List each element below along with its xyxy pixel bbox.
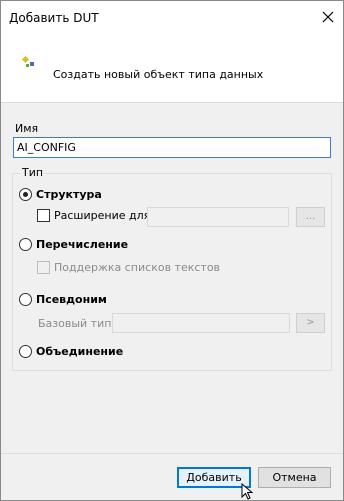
- radio-union-label: Объединение: [36, 345, 124, 358]
- text-list-support-label: Поддержка списков текстов: [54, 261, 221, 274]
- add-dut-dialog: Добавить DUT Создать новый объект типа д…: [0, 0, 344, 501]
- extension-checkbox[interactable]: [37, 209, 50, 222]
- title-bar: Добавить DUT: [1, 1, 343, 33]
- extension-browse-button[interactable]: ...: [296, 207, 325, 227]
- name-label: Имя: [15, 122, 39, 135]
- radio-alias[interactable]: [19, 293, 32, 306]
- cancel-button[interactable]: Отмена: [258, 467, 331, 488]
- radio-union[interactable]: [19, 345, 32, 358]
- radio-selected-dot: [23, 192, 28, 197]
- dialog-header: Создать новый объект типа данных: [1, 33, 343, 103]
- footer-divider: [1, 453, 343, 454]
- dut-type-icon: [21, 55, 34, 67]
- close-button[interactable]: [313, 1, 343, 33]
- close-icon: [322, 11, 334, 23]
- window-title: Добавить DUT: [9, 11, 99, 25]
- extension-field[interactable]: [147, 207, 289, 227]
- type-group-title: Тип: [20, 166, 46, 179]
- extension-label: Расширение для: [54, 209, 151, 222]
- base-type-browse-button[interactable]: >: [296, 313, 325, 333]
- text-list-support-checkbox[interactable]: [37, 261, 50, 274]
- header-description: Создать новый объект типа данных: [53, 68, 264, 81]
- radio-alias-label: Псевдоним: [36, 293, 107, 306]
- name-input[interactable]: [13, 137, 331, 158]
- mouse-cursor-icon: [241, 483, 254, 500]
- radio-structure-label: Структура: [36, 188, 102, 201]
- radio-structure[interactable]: [19, 188, 32, 201]
- base-type-label: Базовый тип: [38, 317, 112, 330]
- base-type-field[interactable]: [112, 313, 290, 333]
- radio-enumeration[interactable]: [19, 238, 32, 251]
- radio-enumeration-label: Перечисление: [36, 238, 129, 251]
- add-button[interactable]: Добавить: [177, 467, 251, 488]
